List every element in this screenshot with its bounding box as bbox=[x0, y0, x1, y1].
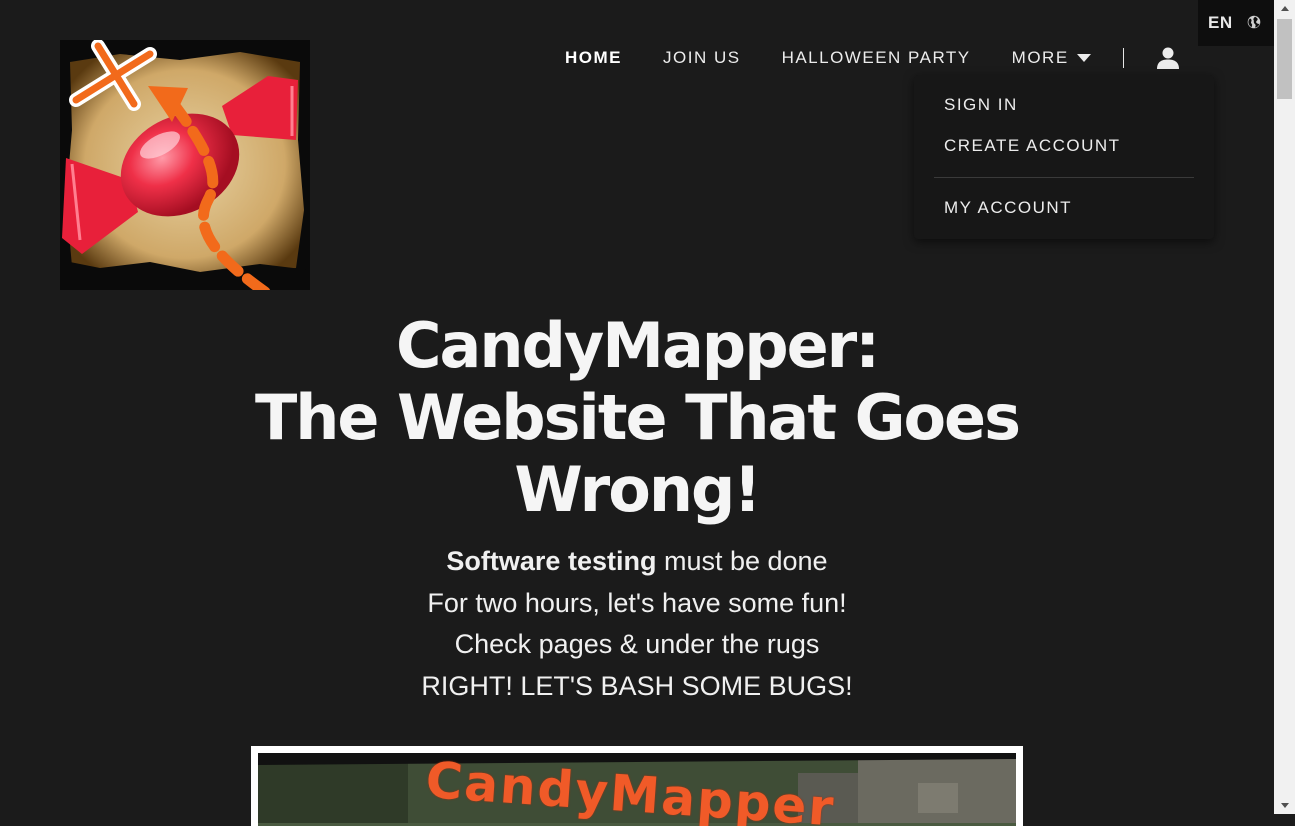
user-icon[interactable] bbox=[1156, 46, 1180, 70]
nav-item-home[interactable]: HOME bbox=[565, 48, 622, 68]
nav-item-join-us[interactable]: JOIN US bbox=[663, 48, 741, 68]
caret-down-icon bbox=[1076, 54, 1091, 62]
account-dropdown: SIGN IN CREATE ACCOUNT MY ACCOUNT bbox=[914, 75, 1214, 239]
site-logo[interactable] bbox=[60, 40, 310, 290]
candy-map-logo bbox=[60, 40, 310, 290]
hero-title-line-2: The Website That Goes bbox=[254, 381, 1021, 454]
dropdown-create-account[interactable]: CREATE ACCOUNT bbox=[944, 136, 1121, 156]
page-scrollbar[interactable] bbox=[1274, 0, 1295, 814]
nav-item-more[interactable]: MORE bbox=[1012, 48, 1091, 68]
hero-line-1-rest: must be done bbox=[656, 546, 828, 576]
language-code: EN bbox=[1208, 13, 1233, 32]
hero-line-4: RIGHT! LET'S BASH SOME BUGS! bbox=[421, 670, 853, 701]
banner-photo: CandyMapper bbox=[258, 753, 1016, 826]
scrollbar-thumb[interactable] bbox=[1277, 19, 1292, 99]
scroll-up-icon[interactable] bbox=[1274, 0, 1295, 17]
scroll-down-icon[interactable] bbox=[1274, 797, 1295, 814]
hero-line-1-bold: Software testing bbox=[446, 546, 657, 576]
globe-icon bbox=[1247, 14, 1261, 33]
dropdown-my-account[interactable]: MY ACCOUNT bbox=[944, 198, 1072, 218]
language-selector[interactable]: EN bbox=[1198, 0, 1274, 46]
hero-banner-image: CandyMapper bbox=[251, 746, 1023, 826]
more-label: MORE bbox=[1011, 48, 1069, 67]
hero-title-line-1: CandyMapper: bbox=[396, 309, 880, 382]
hero-line-2: For two hours, let's have some fun! bbox=[427, 587, 847, 618]
hero-title: CandyMapper: The Website That Goes Wrong… bbox=[0, 310, 1274, 526]
main-nav: HOME JOIN US HALLOWEEN PARTY MORE bbox=[565, 45, 1180, 71]
hero-title-line-3: Wrong! bbox=[514, 453, 761, 526]
dropdown-sign-in[interactable]: SIGN IN bbox=[944, 95, 1018, 115]
nav-divider bbox=[1122, 48, 1124, 68]
hero-line-3: Check pages & under the rugs bbox=[454, 629, 820, 659]
hero-line-1: Software testing must be done bbox=[0, 541, 1274, 583]
dropdown-divider bbox=[934, 177, 1194, 178]
hero-poem: Software testing must be done For two ho… bbox=[0, 541, 1274, 707]
nav-item-halloween-party[interactable]: HALLOWEEN PARTY bbox=[782, 48, 971, 68]
